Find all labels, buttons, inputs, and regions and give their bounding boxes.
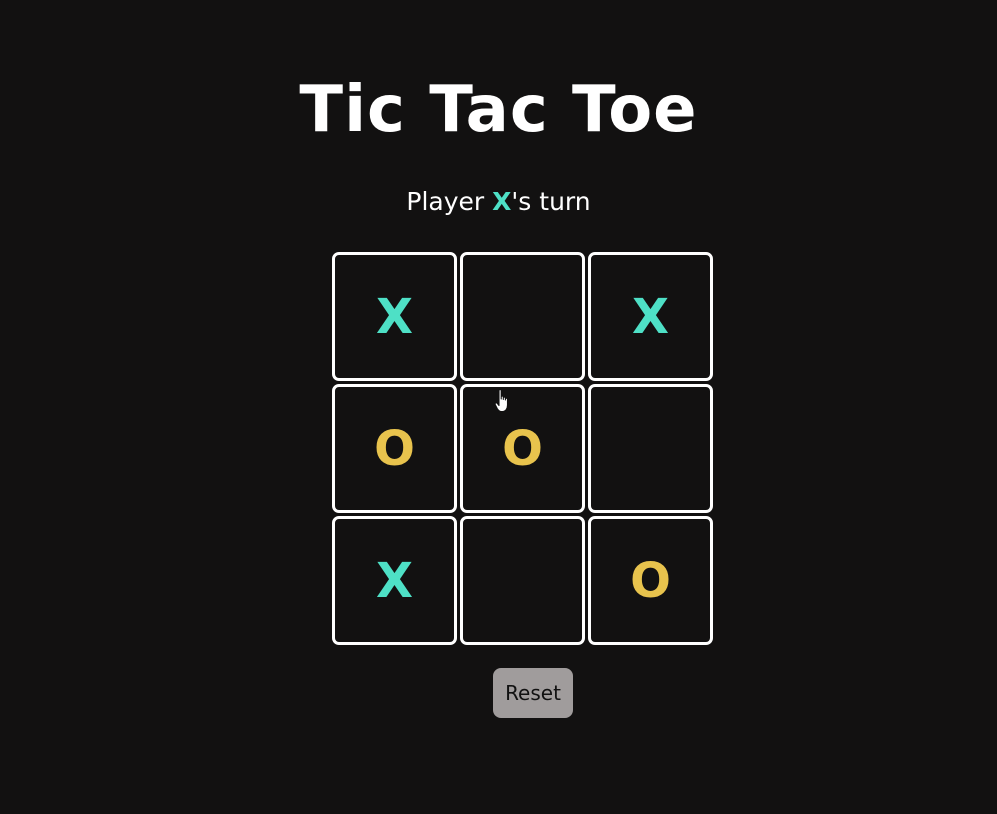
- board-cell-7[interactable]: X: [332, 516, 457, 645]
- game-board: X X O O X O: [332, 252, 713, 645]
- board-cell-9[interactable]: O: [588, 516, 713, 645]
- turn-status: Player X's turn: [0, 186, 997, 218]
- board-cell-6[interactable]: [588, 384, 713, 513]
- turn-status-suffix: 's turn: [511, 187, 591, 216]
- board-cell-4[interactable]: O: [332, 384, 457, 513]
- board-cell-8[interactable]: [460, 516, 585, 645]
- board-cell-5[interactable]: O: [460, 384, 585, 513]
- board-cell-2[interactable]: [460, 252, 585, 381]
- current-player-mark: X: [492, 187, 512, 216]
- reset-button[interactable]: Reset: [493, 668, 573, 718]
- board-cell-1[interactable]: X: [332, 252, 457, 381]
- page-title: Tic Tac Toe: [299, 73, 698, 147]
- hand-pointer-icon: [494, 388, 509, 413]
- board-cell-3[interactable]: X: [588, 252, 713, 381]
- turn-status-prefix: Player: [406, 187, 493, 216]
